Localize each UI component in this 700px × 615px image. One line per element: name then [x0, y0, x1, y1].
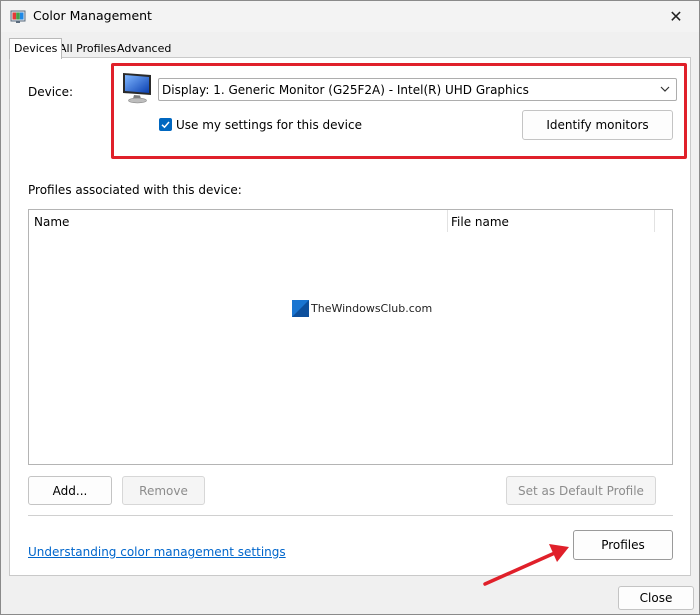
checkmark-icon [161, 121, 170, 129]
use-my-settings-label[interactable]: Use my settings for this device [176, 118, 362, 132]
watermark: TheWindowsClub.com [292, 300, 432, 320]
device-select[interactable]: Display: 1. Generic Monitor (G25F2A) - I… [158, 78, 677, 101]
profiles-section-label: Profiles associated with this device: [28, 183, 242, 197]
column-header-file-name[interactable]: File name [451, 215, 509, 229]
column-divider[interactable] [447, 210, 448, 232]
use-my-settings-checkbox[interactable] [159, 118, 172, 131]
close-button[interactable]: Close [618, 586, 694, 610]
device-label: Device: [28, 85, 74, 99]
section-divider [28, 515, 673, 516]
understanding-color-management-link[interactable]: Understanding color management settings [28, 545, 286, 559]
remove-profile-button[interactable]: Remove [122, 476, 205, 505]
chevron-down-icon [660, 86, 670, 92]
profiles-list[interactable]: Name File name [28, 209, 673, 465]
tab-advanced[interactable]: Advanced [113, 40, 175, 58]
column-divider[interactable] [654, 210, 655, 232]
tab-devices[interactable]: Devices [9, 38, 63, 59]
color-management-app-icon [10, 10, 26, 23]
watermark-text: TheWindowsClub.com [311, 302, 433, 315]
device-select-value: Display: 1. Generic Monitor (G25F2A) - I… [162, 83, 529, 97]
identify-monitors-button[interactable]: Identify monitors [522, 110, 673, 140]
monitor-icon [123, 73, 151, 104]
column-header-name[interactable]: Name [34, 215, 69, 229]
title-bar: Color Management ✕ [1, 1, 699, 32]
windows-club-logo-icon [292, 300, 309, 317]
profiles-list-header: Name File name [29, 210, 672, 234]
add-profile-button[interactable]: Add... [28, 476, 112, 505]
window-title: Color Management [33, 8, 152, 23]
annotation-arrow-icon [483, 544, 569, 586]
profiles-button[interactable]: Profiles [573, 530, 673, 560]
tab-all-profiles[interactable]: All Profiles [55, 40, 120, 58]
set-default-profile-button[interactable]: Set as Default Profile [506, 476, 656, 505]
window-close-icon[interactable]: ✕ [657, 1, 695, 32]
color-management-window: Color Management ✕ Devices All Profiles … [0, 0, 700, 615]
